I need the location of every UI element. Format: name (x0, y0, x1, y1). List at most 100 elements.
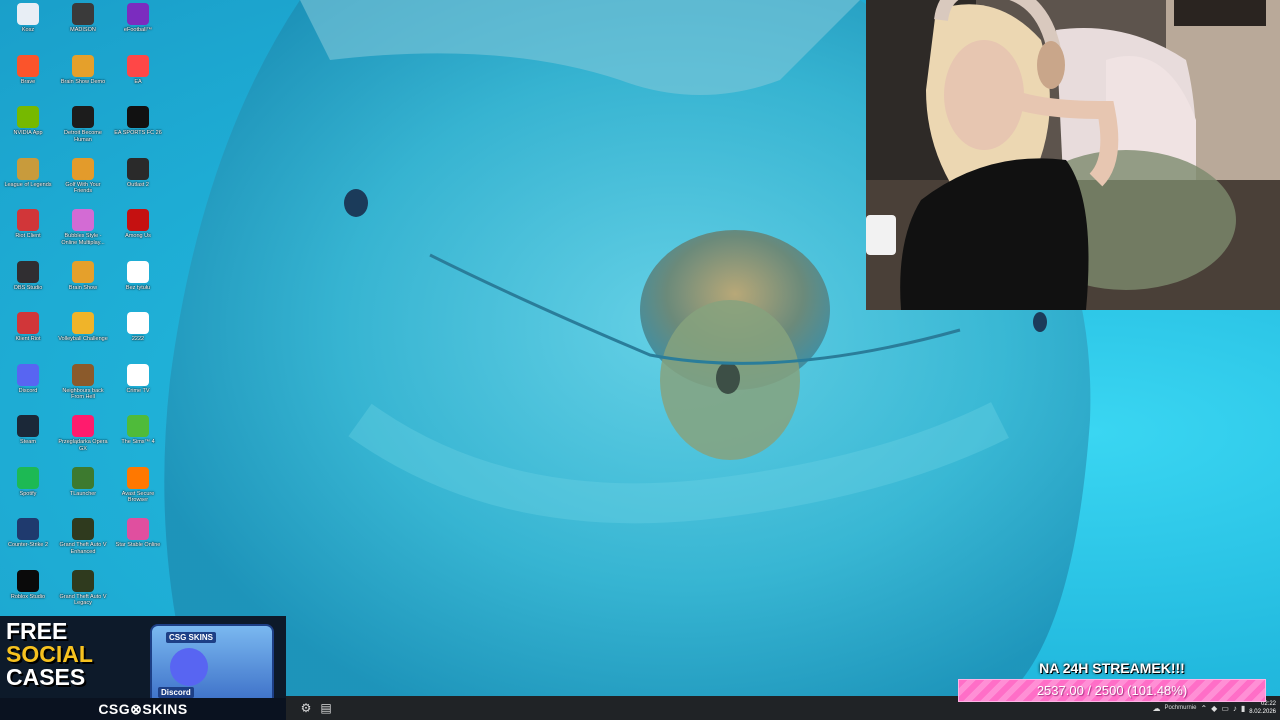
desktop-shortcut-label: Discord (18, 387, 38, 394)
riot-icon (17, 209, 39, 231)
desktop-shortcut[interactable]: TLauncher (57, 466, 109, 498)
desktop-shortcut-label: Steam (20, 439, 36, 445)
desktop-shortcut[interactable]: Spotify (2, 466, 54, 498)
desktop-shortcut[interactable]: Among Us (112, 209, 164, 240)
desktop-shortcut[interactable]: Brave (2, 54, 54, 86)
desktop-shortcut[interactable]: Golf With Your Friends (57, 157, 109, 195)
case-image: CSG SKINS Discord (150, 624, 274, 706)
crime-tv-icon (127, 363, 149, 386)
promo-line-2: SOCIAL (6, 641, 93, 667)
goal-progress-text: 2537.00 / 2500 (101.48%) (1036, 683, 1188, 698)
desktop-shortcut[interactable]: Detroit Become Human (57, 106, 109, 143)
desktop-shortcut[interactable]: Counter-Strike 2 (2, 518, 54, 549)
desktop-shortcut[interactable]: Steam (2, 415, 54, 446)
streamer-camera-image (866, 0, 1280, 310)
desktop-shortcut[interactable]: Bubbles Style - Online Multiplay... (57, 209, 109, 246)
app-window-icon[interactable]: ▤ (318, 700, 334, 716)
desktop-shortcut[interactable]: EA (112, 54, 164, 86)
desktop-shortcut-label: Outlast 2 (126, 181, 149, 188)
desktop-shortcut-label: Star Stable Online (115, 542, 161, 548)
desktop-shortcut[interactable]: eFootball™ (112, 3, 164, 34)
desktop-shortcut-label: Przeglądarka Opera GX (58, 439, 108, 452)
eafc-icon (127, 106, 149, 128)
desktop-shortcut[interactable]: Avast Secure Browser (112, 466, 164, 504)
desktop-shortcut[interactable]: Discord (2, 363, 54, 395)
settings-gear-icon[interactable]: ⚙ (298, 700, 314, 716)
desktop-shortcut-label: OBS Studio (13, 284, 43, 291)
desktop-shortcut-label: EA SPORTS FC 26 (114, 130, 162, 136)
roblox-icon (17, 569, 39, 592)
desktop-shortcut-label: Brain Show (68, 284, 98, 291)
desktop-shortcut[interactable]: Brain Show Demo (57, 54, 109, 86)
desktop-shortcut[interactable]: Crime TV (112, 363, 164, 395)
brain-show-icon (72, 54, 94, 77)
desktop-shortcut[interactable]: Przeglądarka Opera GX (57, 415, 109, 452)
desktop-shortcut[interactable]: Kosz (2, 3, 54, 34)
network-icon[interactable]: ▭ (1221, 704, 1229, 713)
desktop-shortcut[interactable]: Grand Theft Auto V Legacy (57, 569, 109, 607)
discord-icon (17, 363, 39, 386)
desktop-shortcut-label: Volleyball Challenge (58, 336, 108, 342)
desktop-shortcut[interactable]: Riot Client (2, 209, 54, 240)
avast-icon (127, 466, 149, 489)
nvidia-icon (17, 106, 39, 128)
desktop-shortcut[interactable]: Bez tytułu (112, 260, 164, 292)
efootball-icon (127, 3, 149, 25)
discord-logo-icon (170, 648, 208, 686)
desktop-shortcut-label: The Sims™ 4 (121, 439, 155, 445)
file-icon (127, 260, 149, 283)
desktop-shortcut-label: Roblox Studio (10, 593, 46, 600)
desktop-shortcut-label: Crime TV (126, 387, 150, 394)
desktop-shortcut[interactable]: Grand Theft Auto V Enhanced (57, 518, 109, 555)
webcam-overlay (866, 0, 1280, 310)
desktop-shortcut[interactable]: Roblox Studio (2, 569, 54, 601)
desktop-shortcut[interactable]: Neighbours back From Hell (57, 363, 109, 401)
desktop-shortcut[interactable]: Outlast 2 (112, 157, 164, 189)
desktop-shortcut[interactable]: The Sims™ 4 (112, 415, 164, 446)
desktop-shortcut-label: Avast Secure Browser (121, 490, 155, 504)
desktop-shortcut-label: Bez tytułu (125, 284, 151, 291)
star-stable-icon (127, 518, 149, 540)
weather-label[interactable]: Pochmurnie (1164, 705, 1196, 711)
desktop-shortcut-label: Grand Theft Auto V Enhanced (59, 542, 107, 555)
promo-banner[interactable]: FREE SOCIAL CASES CSG SKINS Discord CSG⊗… (0, 616, 286, 720)
desktop-shortcut[interactable]: EA SPORTS FC 26 (112, 106, 164, 137)
chevron-up-icon[interactable]: ⌃ (1200, 704, 1207, 713)
opera-gx-icon (72, 415, 94, 437)
desktop-shortcut[interactable]: Volleyball Challenge (57, 312, 109, 343)
battery-icon[interactable]: ▮ (1241, 704, 1245, 713)
outlast-icon (127, 157, 149, 180)
clock-date: 8.02.2026 (1249, 709, 1276, 715)
case-tag: CSG SKINS (166, 632, 217, 643)
volume-icon[interactable]: ♪ (1233, 704, 1237, 713)
desktop-shortcut-label: Brain Show Demo (60, 78, 106, 85)
brave-icon (17, 54, 39, 77)
steam-icon (17, 415, 39, 437)
desktop-shortcut-label: Klient Riot (15, 336, 41, 342)
desktop-shortcut-label: Detroit Become Human (64, 130, 102, 143)
weather-cloud-icon[interactable]: ☁ (1152, 704, 1160, 713)
desktop-shortcut-label: NVIDIA App (13, 130, 43, 136)
madison-icon (72, 3, 94, 25)
desktop-shortcut-label: Kosz (21, 27, 35, 33)
desktop-shortcut[interactable]: OBS Studio (2, 260, 54, 292)
desktop-shortcut[interactable]: MADISON (57, 3, 109, 34)
tray-app-icon[interactable]: ◆ (1211, 704, 1217, 713)
desktop-shortcut-label: Golf With Your Friends (65, 181, 101, 195)
desktop-shortcut[interactable]: Star Stable Online (112, 518, 164, 549)
desktop-shortcut[interactable]: 2222 (112, 312, 164, 343)
desktop-shortcut[interactable]: Klient Riot (2, 312, 54, 343)
desktop-shortcut[interactable]: League of Legends (2, 157, 54, 189)
obs-icon (17, 260, 39, 283)
riot-icon (17, 312, 39, 334)
desktop-shortcut-label: Riot Client (15, 233, 41, 239)
case-label: Discord (158, 687, 194, 698)
clock[interactable]: 02:22 8.02.2026 (1249, 700, 1276, 716)
desktop-shortcut-label: Spotify (19, 490, 37, 497)
desktop-shortcut-label: Counter-Strike 2 (7, 542, 49, 548)
cs2-icon (17, 518, 39, 540)
neighbours-icon (72, 363, 94, 386)
desktop-shortcut[interactable]: NVIDIA App (2, 106, 54, 137)
desktop-shortcut-label: TLauncher (69, 490, 97, 497)
desktop-shortcut[interactable]: Brain Show (57, 260, 109, 292)
